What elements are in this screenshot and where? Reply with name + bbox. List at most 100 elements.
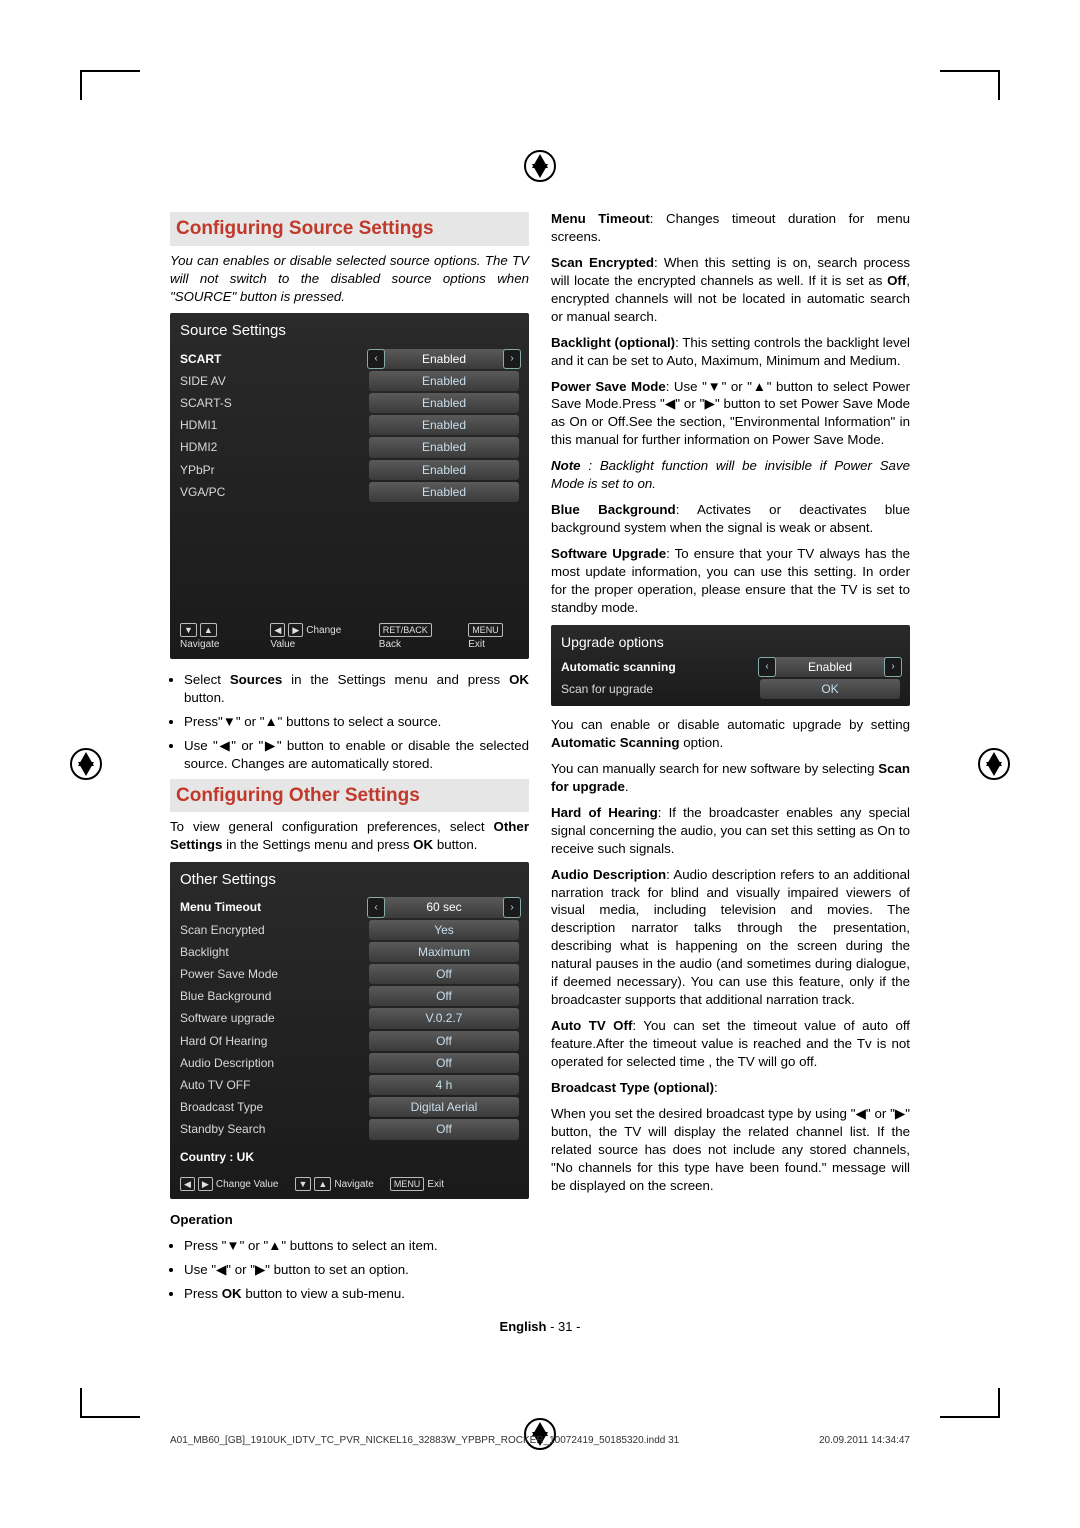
osd-row[interactable]: Auto TV OFF4 h [170, 1074, 529, 1096]
arrow-right-icon[interactable]: › [503, 897, 521, 917]
osd-other-settings: Other Settings Menu Timeout ‹ 60 sec › S… [170, 862, 529, 1199]
heading-operation: Operation [170, 1211, 529, 1229]
exit-hint: MENUExit [390, 1177, 444, 1192]
note-backlight: Note : Backlight function will be invisi… [551, 457, 910, 493]
osd-value[interactable]: 4 h [369, 1075, 519, 1095]
registration-mark-icon [70, 748, 102, 780]
arrow-right-icon[interactable]: › [884, 657, 902, 677]
osd-row[interactable]: Standby SearchOff [170, 1118, 529, 1140]
indd-filename: A01_MB60_[GB]_1910UK_IDTV_TC_PVR_NICKEL1… [170, 1435, 679, 1446]
exit-hint: MENUExit [468, 623, 519, 651]
osd-label: Hard Of Hearing [180, 1033, 369, 1049]
arrow-left-icon[interactable]: ‹ [367, 897, 385, 917]
osd-value-text: 60 sec [426, 900, 461, 914]
osd-label: Standby Search [180, 1121, 369, 1137]
osd-value[interactable]: ‹ 60 sec › [369, 897, 519, 917]
crop-mark [940, 70, 1000, 72]
osd-label: Blue Background [180, 988, 369, 1004]
osd-label: YPbPr [180, 462, 369, 478]
osd-source-settings: Source Settings SCART ‹ Enabled › SIDE A… [170, 313, 529, 659]
osd-value[interactable]: Enabled [369, 437, 519, 457]
osd-row[interactable]: VGA/PCEnabled [170, 481, 529, 503]
osd-value[interactable]: Enabled [369, 393, 519, 413]
osd-title: Upgrade options [551, 629, 910, 656]
para-software-upgrade: Software Upgrade: To ensure that your TV… [551, 545, 910, 617]
crop-mark [998, 1388, 1000, 1418]
para-scan-encrypted: Scan Encrypted: When this setting is on,… [551, 254, 910, 326]
bullet: Press "▼" or "▲" buttons to select an it… [184, 1237, 529, 1255]
osd-upgrade-options: Upgrade options Automatic scanning ‹ Ena… [551, 625, 910, 706]
osd-value[interactable]: ‹ Enabled › [369, 349, 519, 369]
indd-footer: A01_MB60_[GB]_1910UK_IDTV_TC_PVR_NICKEL1… [170, 1435, 910, 1446]
osd-row[interactable]: BacklightMaximum [170, 941, 529, 963]
osd-row[interactable]: YPbPrEnabled [170, 459, 529, 481]
osd-value[interactable]: Enabled [369, 482, 519, 502]
para-power-save: Power Save Mode: Use "▼" or "▲" button t… [551, 378, 910, 450]
intro-other: To view general configuration preference… [170, 818, 529, 854]
osd-row[interactable]: Blue BackgroundOff [170, 985, 529, 1007]
osd-label: Backlight [180, 944, 369, 960]
osd-label: SCART-S [180, 395, 369, 411]
left-column: Configuring Source Settings You can enab… [170, 210, 529, 1309]
osd-row[interactable]: Software upgradeV.0.2.7 [170, 1007, 529, 1029]
osd-value[interactable]: Off [369, 986, 519, 1006]
osd-value[interactable]: Enabled [369, 415, 519, 435]
arrow-right-icon[interactable]: › [503, 349, 521, 369]
osd-value[interactable]: Off [369, 1119, 519, 1139]
change-hint: ◀▶Change Value [180, 1177, 279, 1192]
osd-label: Scan for upgrade [561, 681, 760, 697]
osd-row-auto-scan[interactable]: Automatic scanning ‹ Enabled › [551, 656, 910, 678]
para-blue-bg: Blue Background: Activates or deactivate… [551, 501, 910, 537]
osd-row[interactable]: Broadcast TypeDigital Aerial [170, 1096, 529, 1118]
osd-value[interactable]: Off [369, 1053, 519, 1073]
osd-value[interactable]: ‹ Enabled › [760, 657, 900, 677]
osd-row[interactable]: Hard Of HearingOff [170, 1030, 529, 1052]
crop-mark [80, 70, 140, 72]
osd-label: Audio Description [180, 1055, 369, 1071]
osd-row-scart[interactable]: SCART ‹ Enabled › [170, 348, 529, 370]
para-audio-description: Audio Description: Audio description ref… [551, 866, 910, 1010]
osd-value-text: Enabled [422, 352, 466, 366]
para-broadcast-type-label: Broadcast Type (optional): [551, 1079, 910, 1097]
osd-row[interactable]: SIDE AVEnabled [170, 370, 529, 392]
osd-title: Other Settings [170, 862, 529, 896]
page-footer: English - 31 - [170, 1319, 910, 1334]
osd-label: Software upgrade [180, 1010, 369, 1026]
osd-row-scan-upgrade[interactable]: Scan for upgrade OK [551, 678, 910, 700]
para-auto-enable: You can enable or disable automatic upgr… [551, 716, 910, 752]
bullet: Use "◀" or "▶" button to enable or disab… [184, 737, 529, 773]
osd-footer: ◀▶Change Value ▼▲Navigate MENUExit [170, 1167, 529, 1196]
osd-value[interactable]: Off [369, 964, 519, 984]
bullet: Select Sources in the Settings menu and … [184, 671, 529, 707]
manual-page: Configuring Source Settings You can enab… [0, 0, 1080, 1528]
osd-label: Scan Encrypted [180, 922, 369, 938]
osd-row[interactable]: Scan EncryptedYes [170, 919, 529, 941]
osd-value[interactable]: Digital Aerial [369, 1097, 519, 1117]
indd-date: 20.09.2011 14:34:47 [819, 1435, 910, 1446]
crop-mark [940, 1416, 1000, 1418]
para-broadcast-type: When you set the desired broadcast type … [551, 1105, 910, 1195]
change-hint: ◀▶Change Value [270, 623, 362, 651]
osd-value[interactable]: Maximum [369, 942, 519, 962]
osd-label: Power Save Mode [180, 966, 369, 982]
osd-value[interactable]: Off [369, 1031, 519, 1051]
osd-row[interactable]: Menu Timeout ‹ 60 sec › [170, 896, 529, 918]
bullet: Press OK button to view a sub-menu. [184, 1285, 529, 1303]
arrow-left-icon[interactable]: ‹ [758, 657, 776, 677]
osd-value[interactable]: V.0.2.7 [369, 1008, 519, 1028]
osd-row[interactable]: Audio DescriptionOff [170, 1052, 529, 1074]
osd-row[interactable]: Power Save ModeOff [170, 963, 529, 985]
osd-value[interactable]: Yes [369, 920, 519, 940]
osd-value[interactable]: Enabled [369, 460, 519, 480]
heading-source-settings: Configuring Source Settings [170, 212, 529, 246]
ok-button[interactable]: OK [760, 679, 900, 699]
osd-row[interactable]: SCART-SEnabled [170, 392, 529, 414]
heading-other-settings: Configuring Other Settings [170, 779, 529, 813]
nav-hint: ▼▲Navigate [180, 623, 254, 651]
osd-row[interactable]: HDMI1Enabled [170, 414, 529, 436]
osd-value[interactable]: Enabled [369, 371, 519, 391]
nav-hint: ▼▲Navigate [295, 1177, 374, 1192]
osd-row[interactable]: HDMI2Enabled [170, 436, 529, 458]
right-column: Menu Timeout: Changes timeout duration f… [551, 210, 910, 1309]
arrow-left-icon[interactable]: ‹ [367, 349, 385, 369]
